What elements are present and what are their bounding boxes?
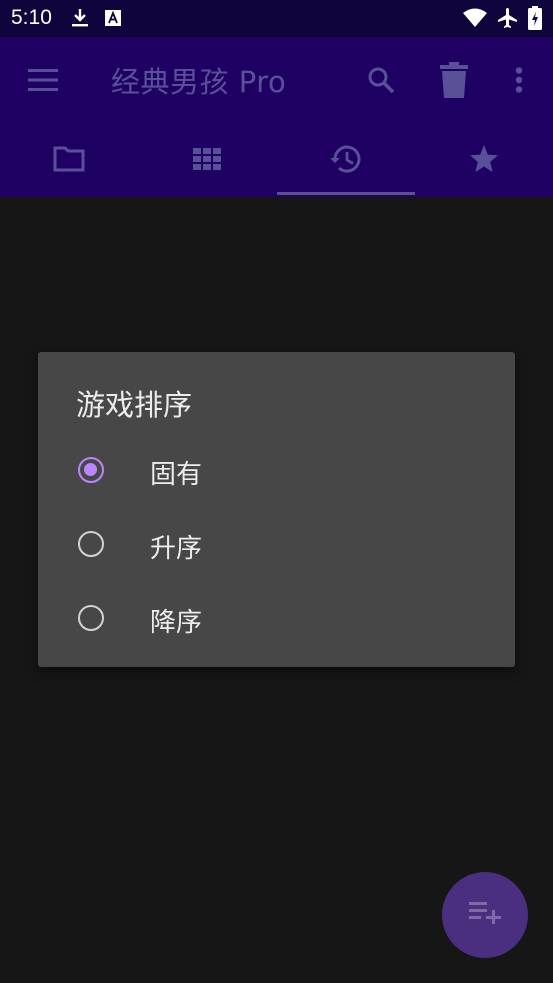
sort-option-default[interactable]: 固有: [38, 442, 515, 502]
search-icon[interactable]: [356, 55, 406, 105]
radio-button[interactable]: [78, 605, 104, 631]
more-vert-icon[interactable]: [494, 55, 544, 105]
radio-button[interactable]: [78, 531, 104, 557]
tab-indicator: [277, 192, 415, 195]
tab-history[interactable]: [277, 125, 415, 197]
history-icon: [329, 144, 363, 178]
radio-button-checked[interactable]: [78, 457, 104, 483]
playlist-add-icon: [469, 902, 501, 928]
sort-dialog: 游戏排序 固有 升序 降序: [38, 352, 515, 667]
option-label: 升序: [150, 534, 203, 564]
tab-bar: [0, 125, 553, 197]
sort-option-ascending[interactable]: 升序: [38, 516, 515, 576]
airplane-icon: [496, 6, 520, 34]
app-title: 经典男孩 Pro: [111, 65, 287, 99]
tab-folder[interactable]: [0, 125, 138, 197]
status-bar: 5:10: [0, 0, 553, 37]
sort-option-descending[interactable]: 降序: [38, 590, 515, 650]
a-box-icon: [104, 9, 122, 31]
grid-icon: [193, 148, 221, 174]
menu-icon[interactable]: [18, 55, 68, 105]
star-icon: [469, 145, 499, 177]
status-time: 5:10: [11, 6, 52, 29]
wifi-icon: [462, 8, 488, 32]
folder-icon: [53, 146, 85, 176]
tab-grid[interactable]: [138, 125, 276, 197]
battery-icon: [528, 6, 542, 34]
option-label: 降序: [150, 608, 203, 638]
delete-icon[interactable]: [429, 55, 479, 105]
app-bar: 经典男孩 Pro: [0, 37, 553, 197]
tab-favorites[interactable]: [415, 125, 553, 197]
option-label: 固有: [150, 460, 203, 490]
download-icon: [70, 7, 90, 33]
add-to-playlist-button[interactable]: [442, 872, 528, 958]
dialog-title: 游戏排序: [76, 388, 193, 422]
